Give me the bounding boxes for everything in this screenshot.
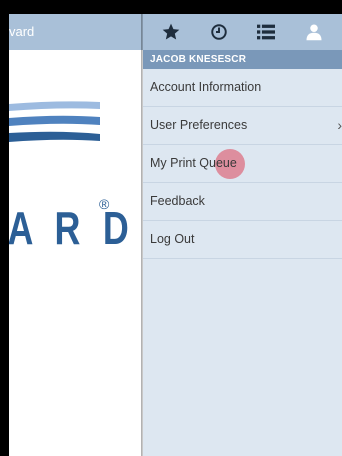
menu-item-feedback[interactable]: Feedback — [143, 183, 342, 221]
menu-item-label: Log Out — [150, 232, 195, 246]
chevron-right-icon: › — [337, 117, 342, 133]
star-icon — [162, 23, 180, 40]
logo-swoosh-2 — [9, 115, 100, 126]
logo-swoosh-3 — [9, 131, 100, 142]
list-button[interactable] — [254, 20, 278, 44]
logo-swoosh-1 — [9, 101, 100, 111]
menu-item-label: My Print Queue — [150, 156, 237, 170]
logo-text: A R D — [9, 203, 135, 254]
menu-icon-bar — [143, 14, 342, 50]
menu-item-label: Account Information — [150, 80, 262, 94]
brand-logo: A R D ® — [9, 101, 135, 254]
history-button[interactable] — [207, 20, 231, 44]
app-window: vard A R D ® JACOB KNESESCR Account Info… — [9, 14, 342, 456]
main-content-pane: vard A R D ® — [9, 14, 143, 456]
menu-item-account-information[interactable]: Account Information — [143, 69, 342, 107]
user-name-label: JACOB KNESESCR — [143, 50, 342, 69]
menu-item-user-preferences[interactable]: User Preferences › — [143, 107, 342, 145]
user-button[interactable] — [302, 20, 326, 44]
menu-item-log-out[interactable]: Log Out — [143, 221, 342, 259]
menu-item-my-print-queue[interactable]: My Print Queue — [143, 145, 342, 183]
page-header: vard — [9, 14, 143, 50]
user-icon — [306, 24, 322, 41]
list-icon — [257, 24, 276, 40]
user-menu-panel: JACOB KNESESCR Account Information User … — [143, 14, 342, 456]
favorites-button[interactable] — [159, 20, 183, 44]
menu-item-label: User Preferences — [150, 118, 248, 132]
page-title: vard — [9, 24, 35, 39]
clock-icon — [210, 24, 227, 40]
logo-registered-mark: ® — [99, 196, 110, 212]
menu-item-label: Feedback — [150, 194, 205, 208]
